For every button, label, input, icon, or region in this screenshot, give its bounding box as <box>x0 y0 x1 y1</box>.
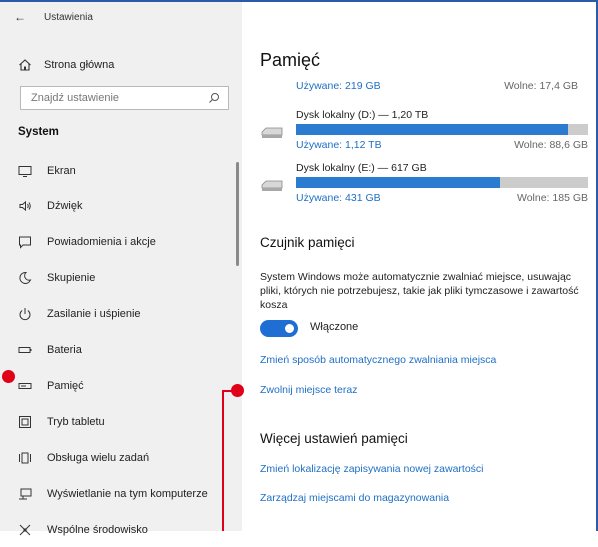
disk-name: Dysk lokalny (D:) — 1,20 TB <box>296 109 429 121</box>
back-arrow-icon[interactable]: ← <box>14 10 34 24</box>
toggle-knob <box>285 324 294 333</box>
system-drive-used: Używane: 219 GB <box>296 80 381 92</box>
storage-sense-description: System Windows może automatycznie zwalni… <box>260 271 579 311</box>
sidebar-item-wielozadaniowosc[interactable]: Obsługa wielu zadań <box>0 441 230 475</box>
disk-usage-bar <box>296 124 588 135</box>
sidebar-item-label: Dźwięk <box>47 200 83 212</box>
sidebar-item-wspolne[interactable]: Wspólne środowisko <box>0 513 230 547</box>
speaker-icon <box>19 200 31 212</box>
free-space-now-link[interactable]: Zwolnij miejsce teraz <box>260 384 357 396</box>
project-icon <box>19 488 32 500</box>
multitasking-icon <box>19 452 31 464</box>
search-box[interactable] <box>20 86 229 110</box>
sidebar-item-tryb-tabletu[interactable]: Tryb tabletu <box>0 405 230 439</box>
section-heading: System <box>18 126 59 138</box>
annotation-connector-line <box>222 390 224 531</box>
sidebar-item-label: Powiadomienia i akcje <box>47 236 156 248</box>
sidebar-item-skupienie[interactable]: Skupienie <box>0 261 230 295</box>
storage-sense-toggle[interactable] <box>260 320 298 337</box>
system-drive-free: Wolne: 17,4 GB <box>504 80 578 92</box>
change-cleanup-link[interactable]: Zmień sposób automatycznego zwalniania m… <box>260 354 496 366</box>
disk-used: Używane: 1,12 TB <box>296 139 382 151</box>
sidebar-item-label: Ekran <box>47 165 76 177</box>
sidebar-item-label: Zasilanie i uśpienie <box>47 308 141 320</box>
home-label: Strona główna <box>44 59 115 71</box>
storage-icon <box>18 383 32 389</box>
sidebar-item-label: Bateria <box>47 344 82 356</box>
drive-icon <box>261 180 283 191</box>
disk-usage-fill <box>296 177 501 188</box>
disk-free: Wolne: 88,6 GB <box>514 139 588 151</box>
disk-usage-fill <box>296 124 568 135</box>
search-input[interactable] <box>29 91 203 105</box>
moon-icon <box>19 271 32 284</box>
disk-usage-bar <box>296 177 588 188</box>
storage-sense-heading: Czujnik pamięci <box>260 235 355 250</box>
sidebar-item-powiadomienia[interactable]: Powiadomienia i akcje <box>0 225 230 259</box>
notification-icon <box>19 236 31 249</box>
manage-storage-spaces-link[interactable]: Zarządzaj miejscami do magazynowania <box>260 492 449 504</box>
sidebar: ← Ustawienia Strona główna System Ekran … <box>0 2 242 536</box>
drive-icon <box>261 127 283 138</box>
sidebar-item-label: Skupienie <box>47 272 96 284</box>
home-link[interactable]: Strona główna <box>18 58 114 72</box>
disk-free: Wolne: 185 GB <box>516 192 588 204</box>
power-icon <box>19 308 31 321</box>
search-icon[interactable] <box>208 92 220 104</box>
page-title: Pamięć <box>260 50 321 70</box>
sidebar-item-label: Tryb tabletu <box>47 416 105 428</box>
annotation-connector-line <box>222 390 236 392</box>
disk-used: Używane: 431 GB <box>296 192 381 204</box>
sidebar-item-zasilanie[interactable]: Zasilanie i uśpienie <box>0 297 230 331</box>
title-bar: ← Ustawienia <box>14 8 93 26</box>
sidebar-item-label: Obsługa wielu zadań <box>47 452 150 464</box>
sidebar-item-label: Wspólne środowisko <box>47 524 148 536</box>
main-content: Pamięć Używane: 219 GB Wolne: 17,4 GB Dy… <box>242 2 596 531</box>
battery-icon <box>18 347 32 353</box>
sidebar-item-ekran[interactable]: Ekran <box>0 154 230 188</box>
sidebar-scrollbar[interactable] <box>236 162 239 266</box>
sidebar-item-label: Pamięć <box>47 380 84 392</box>
window-title: Ustawienia <box>44 11 93 23</box>
sidebar-item-dzwiek[interactable]: Dźwięk <box>0 189 230 223</box>
toggle-label: Włączone <box>310 321 359 333</box>
sidebar-item-wyswietlanie[interactable]: Wyświetlanie na tym komputerze <box>0 477 230 511</box>
tablet-icon <box>19 416 31 428</box>
sidebar-item-label: Wyświetlanie na tym komputerze <box>47 488 208 500</box>
sidebar-item-pamiec[interactable]: Pamięć <box>0 369 230 403</box>
disk-name: Dysk lokalny (E:) — 617 GB <box>296 162 427 174</box>
shared-icon <box>19 524 31 536</box>
sidebar-item-bateria[interactable]: Bateria <box>0 333 230 367</box>
home-icon <box>19 59 31 71</box>
monitor-icon <box>18 166 32 177</box>
change-save-location-link[interactable]: Zmień lokalizację zapisywania nowej zawa… <box>260 463 484 475</box>
annotation-marker-dot <box>2 370 15 383</box>
more-settings-heading: Więcej ustawień pamięci <box>260 431 408 446</box>
